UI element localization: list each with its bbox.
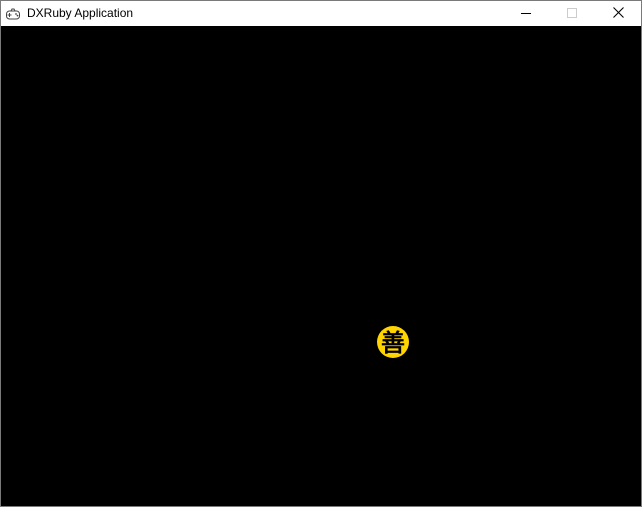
game-canvas[interactable]: 善	[1, 26, 641, 506]
maximize-icon	[567, 7, 577, 21]
maximize-button	[549, 1, 595, 26]
title-bar[interactable]: DXRuby Application	[1, 1, 641, 26]
player-sprite: 善	[376, 325, 410, 359]
close-button[interactable]	[595, 1, 641, 26]
gamepad-icon	[5, 6, 21, 22]
app-window: DXRuby Application 善	[0, 0, 642, 507]
minimize-icon	[521, 7, 531, 21]
close-icon	[612, 6, 624, 21]
sprite-glyph: 善	[381, 329, 405, 357]
window-title: DXRuby Application	[27, 6, 134, 20]
minimize-button[interactable]	[503, 1, 549, 26]
